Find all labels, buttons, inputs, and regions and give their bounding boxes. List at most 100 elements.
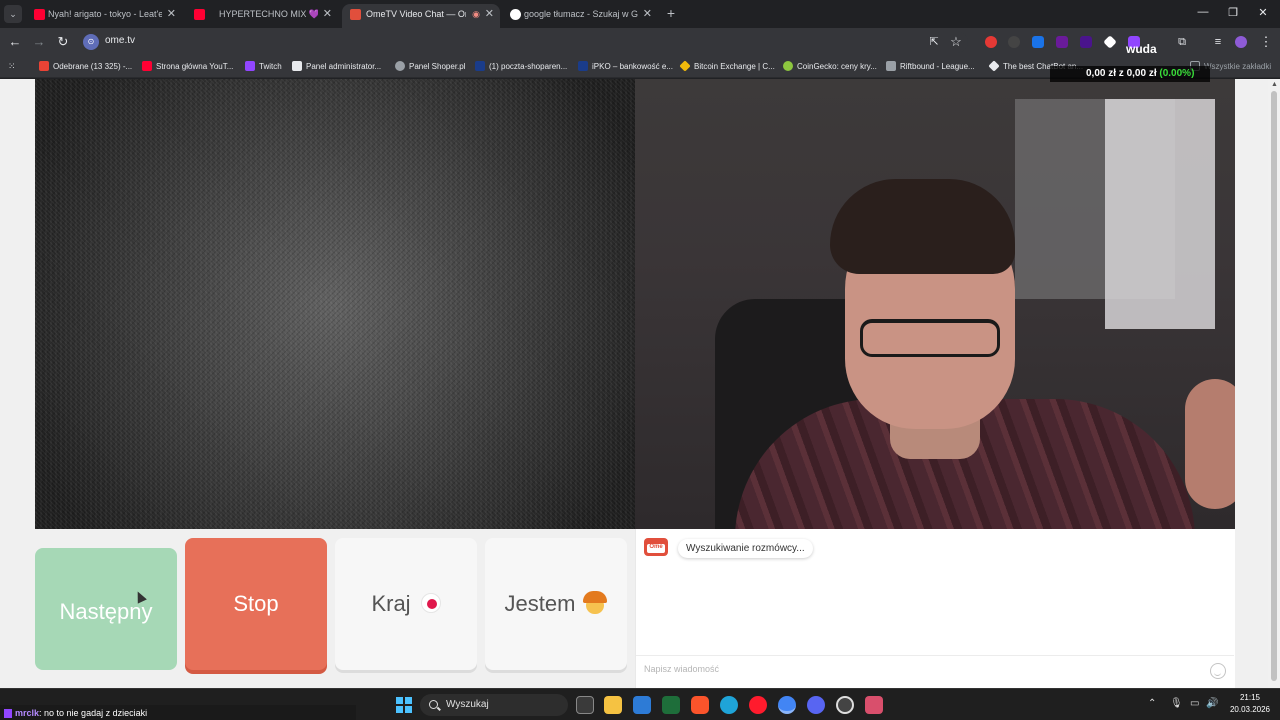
- excel-icon[interactable]: [662, 696, 680, 714]
- bookmark-label: iPKO – bankowość e...: [592, 62, 673, 71]
- bookmark-item[interactable]: iPKO – bankowość e...: [578, 61, 673, 72]
- media-controls-icon[interactable]: ≡: [1210, 34, 1226, 50]
- extension-icon[interactable]: [1032, 36, 1044, 48]
- bookmark-label: Twitch: [259, 62, 282, 71]
- globe-icon: [395, 61, 405, 71]
- bookmark-item[interactable]: Odebrane (13 325) -...: [39, 61, 132, 72]
- gmail-icon: [39, 61, 49, 71]
- windows-start-icon[interactable]: [396, 697, 412, 713]
- back-icon[interactable]: ←: [7, 34, 23, 50]
- person-hair: [830, 179, 1015, 274]
- google-icon: [510, 9, 521, 20]
- tab-search-icon[interactable]: ⌄: [4, 5, 22, 23]
- extensions-puzzle-icon[interactable]: ⧉: [1174, 34, 1190, 50]
- bookmark-label: Riftbound - League...: [900, 62, 975, 71]
- bookmark-label: Strona główna YouT...: [156, 62, 234, 71]
- riftbound-icon: [886, 61, 896, 71]
- close-icon[interactable]: ✕: [167, 4, 176, 24]
- scroll-up-icon[interactable]: ▲: [1271, 81, 1278, 88]
- windows-taskbar: mrclk: no to nie gadaj z dzieciaki Wyszu…: [0, 688, 1280, 720]
- tab-title: Nyah! arigato - tokyo - Leat'eq: [48, 9, 162, 19]
- binance-icon: [679, 60, 691, 72]
- network-icon[interactable]: ▭: [1190, 698, 1199, 709]
- taskbar-search[interactable]: Wyszukaj: [420, 694, 568, 716]
- extension-icon[interactable]: [985, 36, 997, 48]
- tab-youtube-2[interactable]: HYPERTECHNO MIX 💜 - Y ✕: [186, 4, 338, 28]
- store-icon[interactable]: [633, 696, 651, 714]
- extension-icon[interactable]: [1103, 35, 1117, 49]
- bookmark-item[interactable]: CoinGecko: ceny kry...: [783, 61, 877, 72]
- tab-ometv[interactable]: OmeTV Video Chat — Ome ◉ ✕: [342, 4, 500, 28]
- page-scrollbar[interactable]: ▲: [1268, 79, 1280, 688]
- opera-icon[interactable]: [749, 696, 767, 714]
- taskbar-clock[interactable]: 21:15 20.03.2026: [1222, 692, 1278, 716]
- tray-chevron-icon[interactable]: ⌃: [1148, 698, 1156, 709]
- bookmark-item[interactable]: Panel Shoper.pl: [395, 61, 466, 72]
- stop-button[interactable]: Stop: [185, 538, 327, 670]
- close-window-icon[interactable]: ✕: [1256, 6, 1270, 19]
- new-tab-button[interactable]: +: [664, 5, 678, 21]
- admin-panel-icon: [292, 61, 302, 71]
- brave-icon[interactable]: [691, 696, 709, 714]
- bookmark-item[interactable]: (1) poczta-shoparen...: [475, 61, 567, 72]
- bookmark-label: Odebrane (13 325) -...: [53, 62, 133, 71]
- install-app-icon[interactable]: ⇱: [926, 34, 942, 50]
- bookmark-item[interactable]: Panel administrator...: [292, 61, 381, 72]
- bookmark-item[interactable]: Bitcoin Exchange | C...: [679, 60, 775, 72]
- bookmark-item[interactable]: Strona główna YouT...: [142, 61, 233, 72]
- stranger-video-area: [35, 79, 635, 529]
- volume-icon[interactable]: 🔊: [1206, 698, 1218, 709]
- chat-controls: Następny Stop Kraj Jestem: [35, 538, 635, 688]
- video-static-noise: [35, 79, 635, 529]
- country-button[interactable]: Kraj: [335, 538, 477, 670]
- bookmark-item[interactable]: Twitch: [245, 61, 282, 72]
- restore-icon[interactable]: ❐: [1226, 6, 1240, 19]
- file-explorer-icon[interactable]: [604, 696, 622, 714]
- edge-icon[interactable]: [720, 696, 738, 714]
- clock-time: 21:15: [1239, 693, 1261, 702]
- apps-grid-icon[interactable]: ⁙: [8, 61, 19, 72]
- discord-icon[interactable]: [807, 696, 825, 714]
- bookmark-star-icon[interactable]: ☆: [948, 34, 964, 50]
- message-input[interactable]: Napisz wiadomość: [636, 655, 1234, 688]
- close-icon[interactable]: ✕: [643, 4, 652, 24]
- extension-icon[interactable]: [1008, 36, 1020, 48]
- chat-username: mrclk: [15, 708, 40, 718]
- address-bar[interactable]: ⊙ ome.tv: [80, 31, 968, 53]
- bookmark-label: Bitcoin Exchange | C...: [694, 62, 775, 71]
- tab-google[interactable]: google tłumacz - Szukaj w Goo ✕: [502, 4, 658, 28]
- menu-kebab-icon[interactable]: ⋮: [1258, 34, 1274, 50]
- emoji-smiley-icon[interactable]: [1210, 663, 1226, 679]
- reload-icon[interactable]: ↻: [55, 34, 71, 50]
- app-icon[interactable]: [865, 696, 883, 714]
- extension-icon[interactable]: [1056, 36, 1068, 48]
- logo-text: Ome: [649, 544, 663, 550]
- stream-overlay-brand: wuda: [1126, 42, 1157, 56]
- site-info-icon[interactable]: ⊙: [83, 34, 99, 50]
- gender-button[interactable]: Jestem: [485, 538, 627, 670]
- youtube-icon: [142, 61, 152, 71]
- next-button[interactable]: Następny: [35, 548, 177, 670]
- tab-youtube-1[interactable]: Nyah! arigato - tokyo - Leat'eq ✕: [26, 4, 182, 28]
- chrome-icon[interactable]: [778, 696, 796, 714]
- recording-icon: ◉: [472, 9, 480, 19]
- twitch-icon: [245, 61, 255, 71]
- forward-icon[interactable]: →: [31, 34, 47, 50]
- close-icon[interactable]: ✕: [485, 4, 494, 24]
- bookmark-item[interactable]: Riftbound - League...: [886, 61, 975, 72]
- extension-icon[interactable]: [1080, 36, 1092, 48]
- mail-icon: [475, 61, 485, 71]
- tab-title: google tłumacz - Szukaj w Goo: [524, 9, 638, 19]
- twitch-icon: [4, 709, 12, 719]
- chat-message: : no to nie gadaj z dzieciaki: [39, 708, 148, 718]
- task-view-icon[interactable]: [576, 696, 594, 714]
- japan-flag-icon: [420, 593, 441, 614]
- obs-icon[interactable]: [836, 696, 854, 714]
- minimize-icon[interactable]: —: [1196, 6, 1210, 18]
- tab-title: HYPERTECHNO MIX 💜 - Y: [219, 9, 318, 19]
- microphone-icon[interactable]: 🎙: [1170, 698, 1183, 709]
- scrollbar-thumb[interactable]: [1271, 91, 1277, 681]
- profile-avatar[interactable]: [1235, 36, 1247, 48]
- close-icon[interactable]: ✕: [323, 4, 332, 24]
- message-placeholder: Napisz wiadomość: [644, 664, 720, 674]
